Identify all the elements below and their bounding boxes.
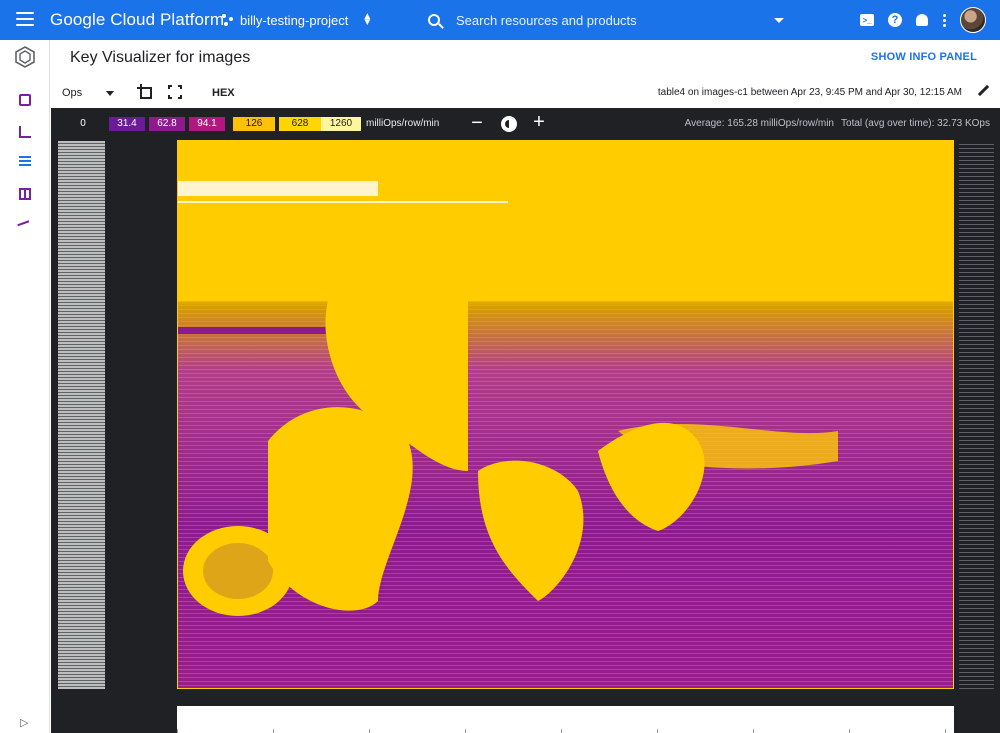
time-range[interactable]: table4 on images-c1 between Apr 23, 9:45…	[658, 87, 962, 98]
help-icon[interactable]: ?	[888, 13, 902, 27]
total-stat: Total (avg over time): 32.73 KOps	[841, 118, 990, 129]
range-between-word: between	[750, 87, 789, 98]
fit-screen-icon[interactable]	[168, 85, 182, 99]
legend-step: 94.1	[189, 117, 225, 131]
search-dropdown-icon[interactable]	[774, 17, 784, 23]
bigtable-logo-icon	[15, 46, 35, 68]
nav-tables-icon[interactable]	[19, 188, 31, 200]
top-actions: >_ ?	[860, 7, 986, 33]
metric-select[interactable]: Ops	[62, 87, 115, 99]
legend-step: 628	[279, 117, 321, 131]
more-vert-icon[interactable]	[942, 10, 946, 30]
bell-icon[interactable]	[916, 14, 928, 26]
table-instance: table4 on images-c1	[657, 87, 748, 98]
search-placeholder: Search resources and products	[456, 12, 637, 28]
hex-toggle-button[interactable]: HEX	[212, 87, 235, 99]
toolbar: Ops HEX table4 on images-c1 between Apr …	[51, 78, 1000, 108]
metric-value: Ops	[62, 87, 83, 99]
search-bar[interactable]: Search resources and products	[420, 6, 790, 34]
nav-monitoring-icon[interactable]	[19, 126, 31, 138]
color-legend: 0 31.4 62.8 94.1 126 628 1260 milliOps/row/min…	[51, 108, 1000, 140]
average-stat: Average: 165.28 milliOps/row/min	[684, 118, 834, 129]
range-end: Apr 30, 12:15 AM	[884, 87, 962, 98]
heatmap-shapes	[178, 141, 953, 616]
menu-icon[interactable]	[16, 12, 34, 26]
project-name: billy-testing-project	[240, 12, 349, 28]
row-key-axis[interactable]	[58, 141, 105, 689]
crop-icon[interactable]	[137, 84, 153, 100]
page-title: Key Visualizer for images	[70, 49, 251, 66]
platform-title[interactable]: Google Cloud Platform	[50, 10, 224, 30]
pencil-icon[interactable]	[978, 85, 990, 97]
search-icon	[428, 14, 440, 26]
nav-instances-icon[interactable]	[19, 94, 31, 106]
range-and-word: and	[865, 87, 883, 98]
heatmap-canvas[interactable]	[177, 140, 954, 689]
brightness-icon[interactable]	[501, 116, 517, 132]
chevron-down-icon	[106, 90, 115, 96]
project-dots-icon	[222, 14, 234, 26]
avatar[interactable]	[960, 7, 986, 33]
legend-step: 1260	[321, 117, 361, 131]
cloud-shell-icon[interactable]: >_	[860, 14, 874, 26]
legend-step: 62.8	[149, 117, 185, 131]
heatmap-panel: 0 31.4 62.8 94.1 126 628 1260 milliOps/row/min…	[51, 108, 1000, 733]
nav-key-visualizer-icon[interactable]	[19, 156, 31, 168]
legend-step: 31.4	[109, 117, 145, 131]
top-app-bar: Google Cloud Platform billy-testing-proj…	[0, 0, 1000, 40]
timeline-ticks	[177, 729, 954, 733]
right-scroll-axis[interactable]	[959, 141, 994, 689]
legend-step: 0	[80, 118, 86, 129]
legend-unit: milliOps/row/min	[366, 118, 440, 129]
nav-replication-icon[interactable]	[17, 220, 33, 236]
show-info-panel-button[interactable]: SHOW INFO PANEL	[871, 51, 977, 63]
project-selector[interactable]: billy-testing-project ▲ ▼	[222, 9, 372, 31]
legend-step: 126	[233, 117, 275, 131]
expand-nav-icon[interactable]: ▷	[20, 716, 28, 729]
range-start: Apr 23, 9:45 PM	[790, 87, 864, 98]
increase-brightness-button[interactable]: +	[531, 111, 547, 134]
left-nav: ▷	[0, 40, 50, 733]
decrease-brightness-button[interactable]: −	[469, 112, 485, 135]
unfold-icon: ▲ ▼	[362, 11, 373, 28]
